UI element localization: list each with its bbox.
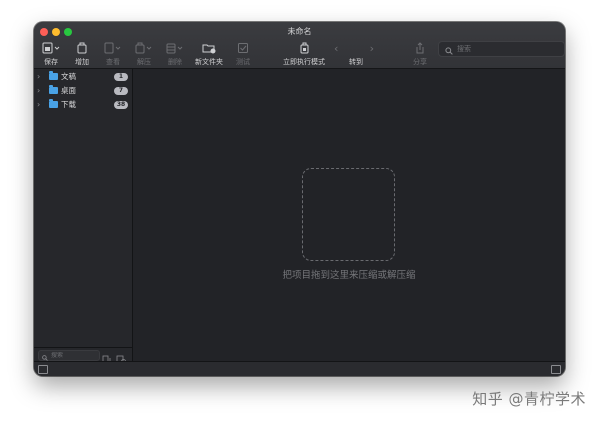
- sidebar-item-label: 下载: [61, 100, 76, 109]
- window-title: 未命名: [287, 27, 312, 36]
- archive-content-area[interactable]: 把项目拖到这里来压缩或解压缩: [133, 69, 565, 362]
- goto-button[interactable]: 转到: [336, 55, 376, 67]
- sidebar-item-label: 桌面: [61, 86, 76, 95]
- sidebar-search[interactable]: [38, 350, 100, 361]
- forward-arrow-icon[interactable]: ›: [370, 42, 374, 55]
- toolbar-search[interactable]: [438, 41, 565, 57]
- chevron-right-icon[interactable]: ›: [37, 72, 47, 81]
- folder-icon: [49, 71, 58, 80]
- drop-hint: 把项目拖到这里来压缩或解压缩: [282, 270, 416, 281]
- sidebar-bottom-bar: [34, 347, 132, 364]
- share-button[interactable]: 分享: [400, 41, 440, 67]
- instant-mode-label: 立即执行模式: [283, 58, 325, 66]
- chevron-right-icon[interactable]: ›: [37, 100, 47, 109]
- test-icon: [223, 41, 263, 55]
- goto-nav: ‹ ›: [334, 41, 374, 55]
- toggle-sidebar-icon[interactable]: [38, 365, 48, 374]
- count-badge: 1: [114, 72, 128, 81]
- chevron-right-icon[interactable]: ›: [37, 86, 47, 95]
- share-label: 分享: [413, 58, 427, 66]
- toggle-info-icon[interactable]: [551, 365, 561, 374]
- instant-mode-icon: [278, 41, 330, 55]
- share-icon: [400, 41, 440, 55]
- folder-icon: [49, 85, 58, 94]
- sidebar-item-downloads[interactable]: › 下载 38: [34, 98, 132, 111]
- test-label: 测试: [236, 58, 250, 66]
- sidebar-item-documents[interactable]: › 文稿 1: [34, 70, 132, 83]
- watermark: 知乎 @青柠学术: [472, 390, 586, 408]
- back-arrow-icon[interactable]: ‹: [334, 42, 338, 55]
- test-button[interactable]: 测试: [223, 41, 263, 67]
- search-icon: [445, 40, 453, 59]
- drop-zone[interactable]: [302, 168, 395, 261]
- toolbar: 未命名 保存 增加 查看 解压 删除 新文件夹 测试 立即执行模式 ‹ › 转到…: [34, 22, 565, 69]
- status-bar: [34, 361, 565, 376]
- sidebar-search-input[interactable]: [48, 352, 91, 359]
- folder-icon: [49, 99, 58, 108]
- app-window: 未命名 保存 增加 查看 解压 删除 新文件夹 测试 立即执行模式 ‹ › 转到…: [34, 22, 565, 376]
- sidebar-item-desktop[interactable]: › 桌面 7: [34, 84, 132, 97]
- instant-mode-button[interactable]: 立即执行模式: [278, 41, 330, 67]
- sidebar: › 文稿 1 › 桌面 7 › 下载 38: [34, 69, 133, 364]
- count-badge: 7: [114, 86, 128, 95]
- sidebar-item-label: 文稿: [61, 72, 76, 81]
- count-badge: 38: [114, 100, 128, 109]
- goto-label: 转到: [349, 58, 363, 66]
- search-input[interactable]: [453, 45, 557, 53]
